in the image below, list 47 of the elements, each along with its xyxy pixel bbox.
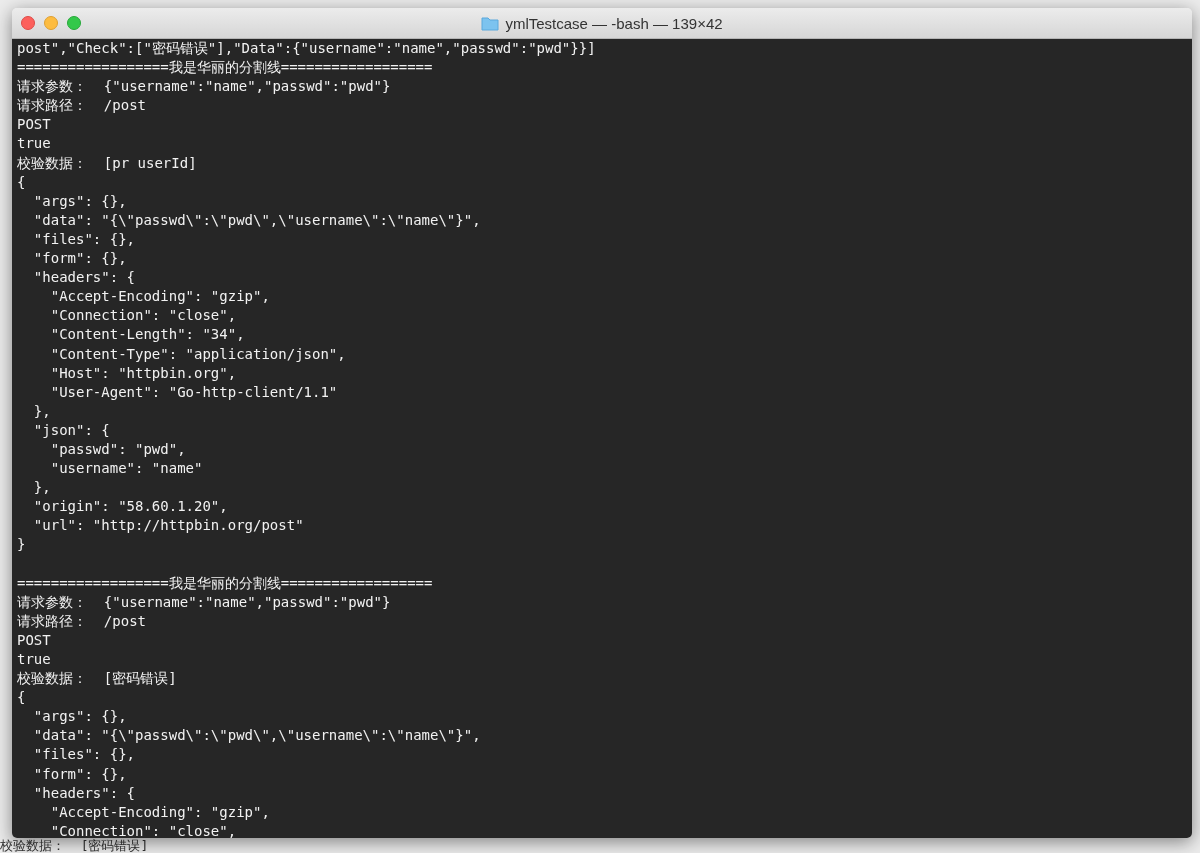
terminal-line: "Connection": "close",	[49, 822, 237, 838]
terminal-line: "json": {	[32, 421, 110, 438]
terminal-line: true	[17, 135, 51, 152]
terminal-line: "files": {},	[32, 230, 135, 247]
terminal-line: },	[32, 479, 51, 496]
terminal-line: "Accept-Encoding": "gzip",	[49, 803, 270, 820]
terminal-line: "headers": {	[32, 269, 135, 286]
terminal-line: "data": "{\"passwd\":\"pwd\",\"username\":\"name\"}",	[32, 727, 481, 744]
terminal-line: "args": {},	[32, 708, 127, 725]
terminal-line: "User-Agent": "Go-http-client/1.1"	[49, 383, 338, 400]
close-button[interactable]	[21, 16, 35, 30]
terminal-line: 请求路径： /post	[17, 97, 146, 114]
terminal-line: "form": {},	[32, 765, 127, 782]
terminal-line: "Accept-Encoding": "gzip",	[49, 288, 270, 305]
terminal-line: {	[17, 173, 26, 190]
terminal-line: ==================我是华丽的分割线==================	[17, 574, 433, 591]
terminal-line: "Content-Type": "application/json",	[49, 345, 346, 362]
terminal-line: "headers": {	[32, 784, 135, 801]
terminal-line: ==================我是华丽的分割线==================	[17, 59, 433, 76]
terminal-line: {	[17, 689, 26, 706]
terminal-line: "args": {},	[32, 192, 127, 209]
terminal-line: post","Check":["密码错误"],"Data":{"username":"name","passwd":"pwd"}}]	[17, 40, 596, 56]
folder-icon	[481, 15, 500, 31]
terminal-line: "Host": "httpbin.org",	[49, 364, 237, 381]
window-title: ymlTestcase — -bash — 139×42	[505, 14, 723, 32]
terminal-line: "Connection": "close",	[49, 307, 237, 324]
terminal-line: 请求参数： {"username":"name","passwd":"pwd"}	[17, 593, 391, 610]
terminal-line: 请求参数： {"username":"name","passwd":"pwd"}	[17, 78, 391, 95]
terminal-line: POST	[17, 116, 51, 133]
terminal-line: 校验数据： [密码错误]	[0, 838, 149, 853]
terminal-line: "passwd": "pwd",	[49, 440, 186, 457]
terminal-line: }	[17, 536, 26, 553]
terminal-line: "url": "http://httpbin.org/post"	[32, 517, 304, 534]
terminal-line: "origin": "58.60.1.20",	[32, 498, 228, 515]
terminal-line: "Content-Length": "34",	[49, 326, 245, 343]
terminal-line: "data": "{\"passwd\":\"pwd\",\"username\":\"name\"}",	[32, 211, 481, 228]
terminal-line: "files": {},	[32, 746, 135, 763]
terminal-line: true	[17, 651, 51, 667]
terminal-line: 校验数据： [pr userId]	[17, 154, 197, 171]
terminal-line: 请求路径： /post	[17, 612, 146, 629]
terminal-line: },	[32, 402, 51, 419]
terminal-line: POST	[17, 631, 51, 648]
terminal-line: "form": {},	[32, 250, 127, 267]
minimize-button[interactable]	[44, 16, 58, 30]
zoom-button[interactable]	[67, 16, 81, 30]
terminal-line: "username": "name"	[49, 460, 203, 477]
terminal-line: 校验数据： [密码错误]	[17, 670, 177, 687]
